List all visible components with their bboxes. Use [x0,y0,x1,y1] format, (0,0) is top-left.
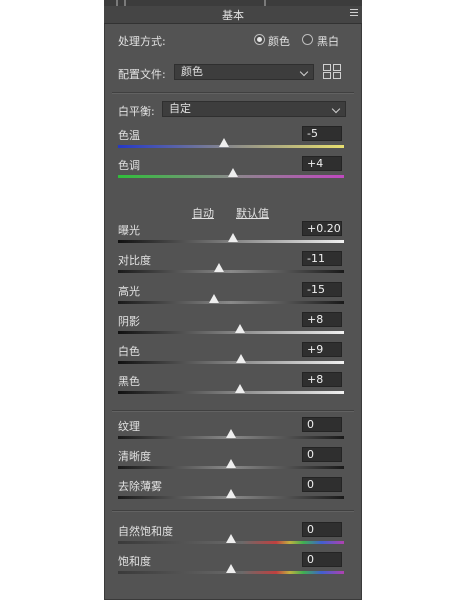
blacks-value-field[interactable]: +8 [302,372,342,387]
texture-label: 纹理 [118,420,140,433]
contrast-label: 对比度 [118,254,151,267]
texture-value-field[interactable]: 0 [302,417,342,432]
clarity-slider-thumb[interactable] [226,459,236,468]
saturation-value-field[interactable]: 0 [302,552,342,567]
process-bw-radio[interactable] [302,34,313,45]
blacks-label: 黑色 [118,375,140,388]
highlights-slider-track[interactable] [118,301,344,304]
panel-title: 基本 [222,9,244,22]
white-balance-select[interactable]: 自定 [162,101,346,117]
contrast-slider-thumb[interactable] [213,263,224,272]
profile-select[interactable]: 颜色 [174,64,314,80]
dehaze-value-field[interactable]: 0 [302,477,342,492]
saturation-slider-thumb[interactable] [226,564,236,573]
process-color-radio[interactable] [254,34,265,45]
highlights-label: 高光 [118,285,140,298]
vibrance-value-field[interactable]: 0 [302,522,342,537]
process-label: 处理方式: [118,35,166,48]
dehaze-slider-thumb[interactable] [226,489,236,498]
default-button[interactable]: 默认值 [236,205,269,221]
vibrance-slider-thumb[interactable] [226,534,236,543]
white-balance-label: 白平衡: [118,105,155,118]
panel-menu-icon[interactable] [350,9,358,17]
clarity-value-field[interactable]: 0 [302,447,342,462]
texture-slider-thumb[interactable] [226,429,236,438]
process-bw-label[interactable]: 黑白 [317,33,339,49]
temp-label: 色温 [118,129,140,142]
highlights-value-field[interactable]: -15 [302,282,342,297]
temp-value-field[interactable]: -5 [302,126,342,141]
contrast-slider-track[interactable] [118,270,344,273]
auto-button[interactable]: 自动 [192,205,214,221]
whites-value-field[interactable]: +9 [302,342,342,357]
temp-slider-thumb[interactable] [219,138,230,147]
tint-label: 色调 [118,159,140,172]
vibrance-label: 自然饱和度 [118,525,173,538]
saturation-label: 饱和度 [118,555,151,568]
exposure-value-field[interactable]: +0.20 [302,221,342,236]
exposure-slider-thumb[interactable] [228,233,239,242]
basic-panel: 基本 处理方式: 颜色 黑白 配置文件: 颜色 白平衡: 自定 自动 默认值 色… [104,0,362,600]
white-balance-value: 自定 [169,102,191,115]
contrast-value-field[interactable]: -11 [302,251,342,266]
clarity-label: 清晰度 [118,450,151,463]
shadows-label: 阴影 [118,315,140,328]
dehaze-label: 去除薄雾 [118,480,162,493]
tint-slider-thumb[interactable] [228,168,239,177]
process-color-label[interactable]: 颜色 [268,33,290,49]
profile-browser-grid-icon[interactable] [323,64,341,80]
chevron-down-icon [299,67,309,77]
shadows-slider-track[interactable] [118,331,344,334]
panel-header: 基本 [104,6,362,24]
section-divider [112,92,354,94]
whites-slider-track[interactable] [118,361,344,364]
whites-slider-thumb[interactable] [236,354,247,363]
blacks-slider-track[interactable] [118,391,344,394]
profile-value: 颜色 [181,65,203,78]
exposure-label: 曝光 [118,224,140,237]
temp-slider-track[interactable] [118,145,344,148]
blacks-slider-thumb[interactable] [235,384,246,393]
profile-label: 配置文件: [118,68,166,81]
shadows-value-field[interactable]: +8 [302,312,342,327]
chevron-down-icon [331,104,341,114]
tint-value-field[interactable]: +4 [302,156,342,171]
whites-label: 白色 [118,345,140,358]
section-divider [112,410,354,412]
section-divider [112,510,354,512]
highlights-slider-thumb[interactable] [209,294,220,303]
shadows-slider-thumb[interactable] [235,324,246,333]
